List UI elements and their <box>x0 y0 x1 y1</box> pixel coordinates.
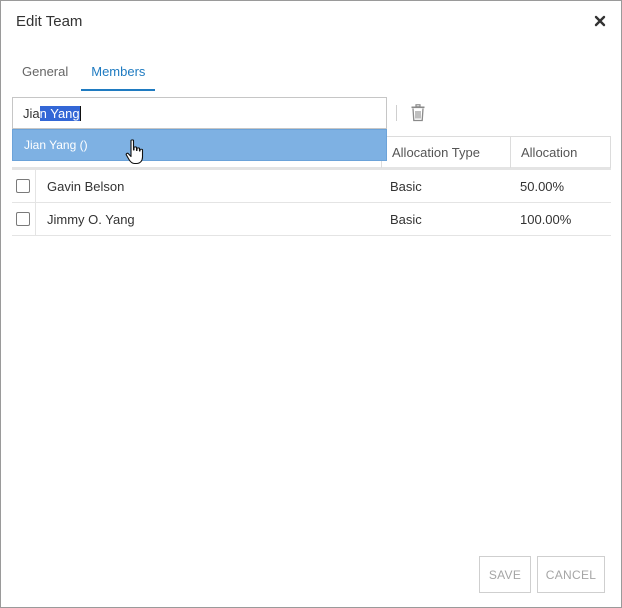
autocomplete-option[interactable]: Jian Yang () <box>12 129 387 161</box>
row-checkbox[interactable] <box>16 212 30 226</box>
member-name: Gavin Belson <box>47 178 125 194</box>
search-autocomplete-selection: n Yang <box>39 105 80 121</box>
column-header-allocation[interactable]: Allocation <box>510 137 611 168</box>
close-icon <box>594 15 606 27</box>
column-header-allocation-type[interactable]: Allocation Type <box>381 137 511 168</box>
allocation-type: Basic <box>390 178 422 194</box>
edit-team-dialog: Edit Team General Members Jia n Yang Allo… <box>0 0 622 608</box>
row-select-cell <box>12 203 36 235</box>
row-checkbox[interactable] <box>16 179 30 193</box>
delete-button[interactable] <box>410 104 426 122</box>
cancel-button[interactable]: CANCEL <box>537 556 605 593</box>
table-row[interactable]: Gavin Belson Basic 50.00% <box>12 170 611 203</box>
search-typed-text: Jia <box>23 105 40 121</box>
allocation-value: 100.00% <box>520 211 572 227</box>
row-select-cell <box>12 170 36 202</box>
table-row[interactable]: Jimmy O. Yang Basic 100.00% <box>12 203 611 236</box>
allocation-value: 50.00% <box>520 178 565 194</box>
toolbar-divider <box>396 105 397 121</box>
save-button[interactable]: SAVE <box>479 556 531 593</box>
tab-members[interactable]: Members <box>81 57 156 91</box>
allocation-type: Basic <box>390 211 422 227</box>
tab-bar: General Members <box>12 57 156 91</box>
tab-general[interactable]: General <box>12 57 78 91</box>
dialog-title: Edit Team <box>16 13 83 30</box>
member-search-input[interactable]: Jia n Yang <box>12 97 387 129</box>
member-name: Jimmy O. Yang <box>47 211 135 227</box>
text-caret <box>79 105 81 121</box>
trash-icon <box>411 104 425 122</box>
close-button[interactable] <box>591 12 609 30</box>
